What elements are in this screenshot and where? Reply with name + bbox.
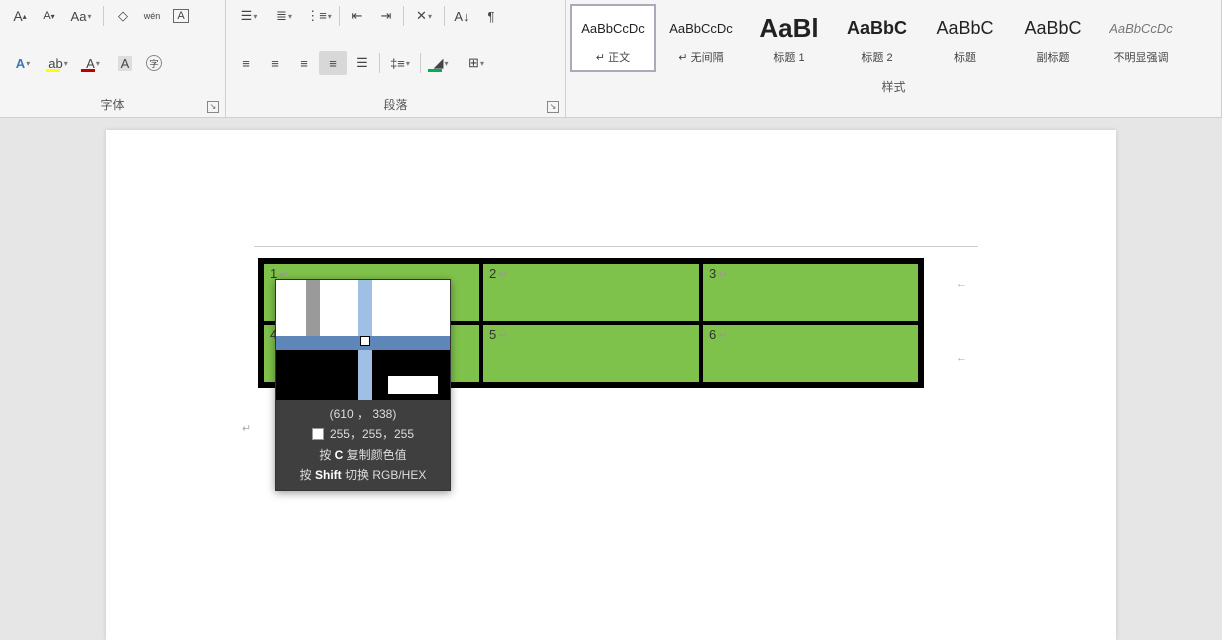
- para-mark-icon: ↵: [718, 269, 727, 281]
- align-center-icon: ≡: [271, 56, 279, 71]
- magnifier-crosshair: [360, 336, 370, 346]
- style-normal[interactable]: AaBbCcDc ↵ 正文: [570, 4, 656, 72]
- eraser-icon: ◇: [118, 8, 128, 24]
- para-end-mark: ↵: [242, 422, 251, 435]
- line-spacing-icon: ‡≡: [390, 56, 405, 71]
- align-left-btn[interactable]: ≡: [232, 51, 260, 75]
- highlight-btn[interactable]: ab▾: [41, 51, 75, 75]
- align-left-icon: ≡: [242, 56, 250, 71]
- row-end-mark: ←: [956, 352, 967, 364]
- outdent-icon: ⇤: [352, 8, 363, 24]
- align-right-icon: ≡: [300, 56, 308, 71]
- multilevel-list-btn[interactable]: ⋮≡▾: [302, 4, 336, 28]
- sort-icon: A↓: [454, 9, 469, 24]
- para-mark-icon: ↵: [498, 269, 507, 281]
- borders-icon: ⊞: [468, 55, 479, 71]
- document-area: 1↵ 2↵ 3↵ 4↵ 5↵ 6↵ ← ← ↵ (61: [0, 118, 1222, 628]
- decrease-indent-btn[interactable]: ⇤: [343, 4, 371, 28]
- style-heading2[interactable]: AaBbC 标题 2: [834, 4, 920, 72]
- ribbon-group-paragraph: ☰▾ ≣▾ ⋮≡▾ ⇤ ⇥ ✕▾ A↓ ¶ ≡ ≡ ≡ ≡ ☰ ‡≡▾: [226, 0, 566, 117]
- sort-btn[interactable]: A↓: [448, 4, 476, 28]
- ribbon-group-font: A▴ A▾ Aa▾ ◇ wén A A▾ ab▾ A▾ A 字 字体 ↘: [0, 0, 226, 117]
- magnifier-coords: (610 ， 338): [282, 404, 444, 424]
- paragraph-group-label: 段落 ↘: [226, 94, 565, 117]
- table-cell[interactable]: 6↵: [701, 323, 921, 385]
- numbering-icon: ≣: [276, 8, 287, 24]
- pilcrow-icon: ¶: [488, 9, 495, 24]
- font-dialog-launcher[interactable]: ↘: [207, 101, 219, 113]
- char-shading-btn[interactable]: A: [111, 51, 139, 75]
- clear-format-btn[interactable]: ◇: [109, 4, 137, 28]
- ribbon: A▴ A▾ Aa▾ ◇ wén A A▾ ab▾ A▾ A 字 字体 ↘: [0, 0, 1222, 118]
- table-cell[interactable]: 5↵: [481, 323, 701, 385]
- decrease-font-btn[interactable]: A▾: [35, 4, 63, 28]
- para-mark-icon: ↵: [498, 330, 507, 342]
- asian-icon: ✕: [416, 8, 427, 24]
- ruler-guide: [254, 246, 978, 247]
- align-center-btn[interactable]: ≡: [261, 51, 289, 75]
- style-heading1[interactable]: AaBl 标题 1: [746, 4, 832, 72]
- table-cell[interactable]: 2↵: [481, 261, 701, 323]
- increase-indent-btn[interactable]: ⇥: [372, 4, 400, 28]
- multilevel-icon: ⋮≡: [306, 8, 327, 24]
- magnifier-hint-copy: 按 C 复制颜色值: [282, 445, 444, 465]
- styles-group-label: 样式: [566, 76, 1221, 99]
- row-end-mark: ←: [956, 278, 967, 290]
- style-label: ↵ 正文: [596, 49, 630, 65]
- page[interactable]: 1↵ 2↵ 3↵ 4↵ 5↵ 6↵ ← ← ↵ (61: [106, 130, 1116, 640]
- show-marks-btn[interactable]: ¶: [477, 4, 505, 28]
- color-swatch: [312, 428, 324, 440]
- font-color-btn[interactable]: A▾: [76, 51, 110, 75]
- borders-btn[interactable]: ⊞▾: [459, 51, 493, 75]
- para-mark-icon: ↵: [718, 330, 727, 342]
- line-spacing-btn[interactable]: ‡≡▾: [383, 51, 417, 75]
- shading-btn[interactable]: ◢▾: [424, 51, 458, 75]
- magnifier-rgb: 255，255，255: [282, 424, 444, 444]
- style-preview: AaBbCcDc: [581, 11, 645, 45]
- justify-icon: ≡: [329, 56, 337, 71]
- magnifier-hint-toggle: 按 Shift 切换 RGB/HEX: [282, 465, 444, 485]
- text-effects-btn[interactable]: A▾: [6, 51, 40, 75]
- ribbon-group-styles: AaBbCcDc ↵ 正文 AaBbCcDc ↵ 无间隔 AaBl 标题 1 A…: [566, 0, 1222, 117]
- numbering-btn[interactable]: ≣▾: [267, 4, 301, 28]
- style-subtitle[interactable]: AaBbC 副标题: [1010, 4, 1096, 72]
- table-cell[interactable]: 3↵: [701, 261, 921, 323]
- style-no-spacing[interactable]: AaBbCcDc ↵ 无间隔: [658, 4, 744, 72]
- font-group-label: 字体 ↘: [0, 94, 225, 117]
- style-subtle-emphasis[interactable]: AaBbCcDc 不明显强调: [1098, 4, 1184, 72]
- char-border-btn[interactable]: A: [167, 4, 195, 28]
- styles-gallery[interactable]: AaBbCcDc ↵ 正文 AaBbCcDc ↵ 无间隔 AaBl 标题 1 A…: [566, 0, 1221, 76]
- magnifier-info: (610 ， 338) 255，255，255 按 C 复制颜色值 按 Shif…: [276, 400, 450, 490]
- enclose-char-btn[interactable]: 字: [140, 51, 168, 75]
- justify-btn[interactable]: ≡: [319, 51, 347, 75]
- bullets-icon: ☰: [241, 8, 253, 24]
- phonetic-guide-btn[interactable]: wén: [138, 4, 166, 28]
- distribute-icon: ☰: [356, 55, 368, 71]
- style-title[interactable]: AaBbC 标题: [922, 4, 1008, 72]
- asian-layout-btn[interactable]: ✕▾: [407, 4, 441, 28]
- indent-icon: ⇥: [381, 8, 392, 24]
- color-picker-magnifier: (610 ， 338) 255，255，255 按 C 复制颜色值 按 Shif…: [275, 279, 451, 491]
- bullets-btn[interactable]: ☰▾: [232, 4, 266, 28]
- paragraph-group-body: ☰▾ ≣▾ ⋮≡▾ ⇤ ⇥ ✕▾ A↓ ¶ ≡ ≡ ≡ ≡ ☰ ‡≡▾: [226, 0, 565, 94]
- align-right-btn[interactable]: ≡: [290, 51, 318, 75]
- magnifier-viewport: [276, 280, 450, 400]
- change-case-btn[interactable]: Aa▾: [64, 4, 98, 28]
- paragraph-dialog-launcher[interactable]: ↘: [547, 101, 559, 113]
- distribute-btn[interactable]: ☰: [348, 51, 376, 75]
- font-group-body: A▴ A▾ Aa▾ ◇ wén A A▾ ab▾ A▾ A 字: [0, 0, 225, 94]
- increase-font-btn[interactable]: A▴: [6, 4, 34, 28]
